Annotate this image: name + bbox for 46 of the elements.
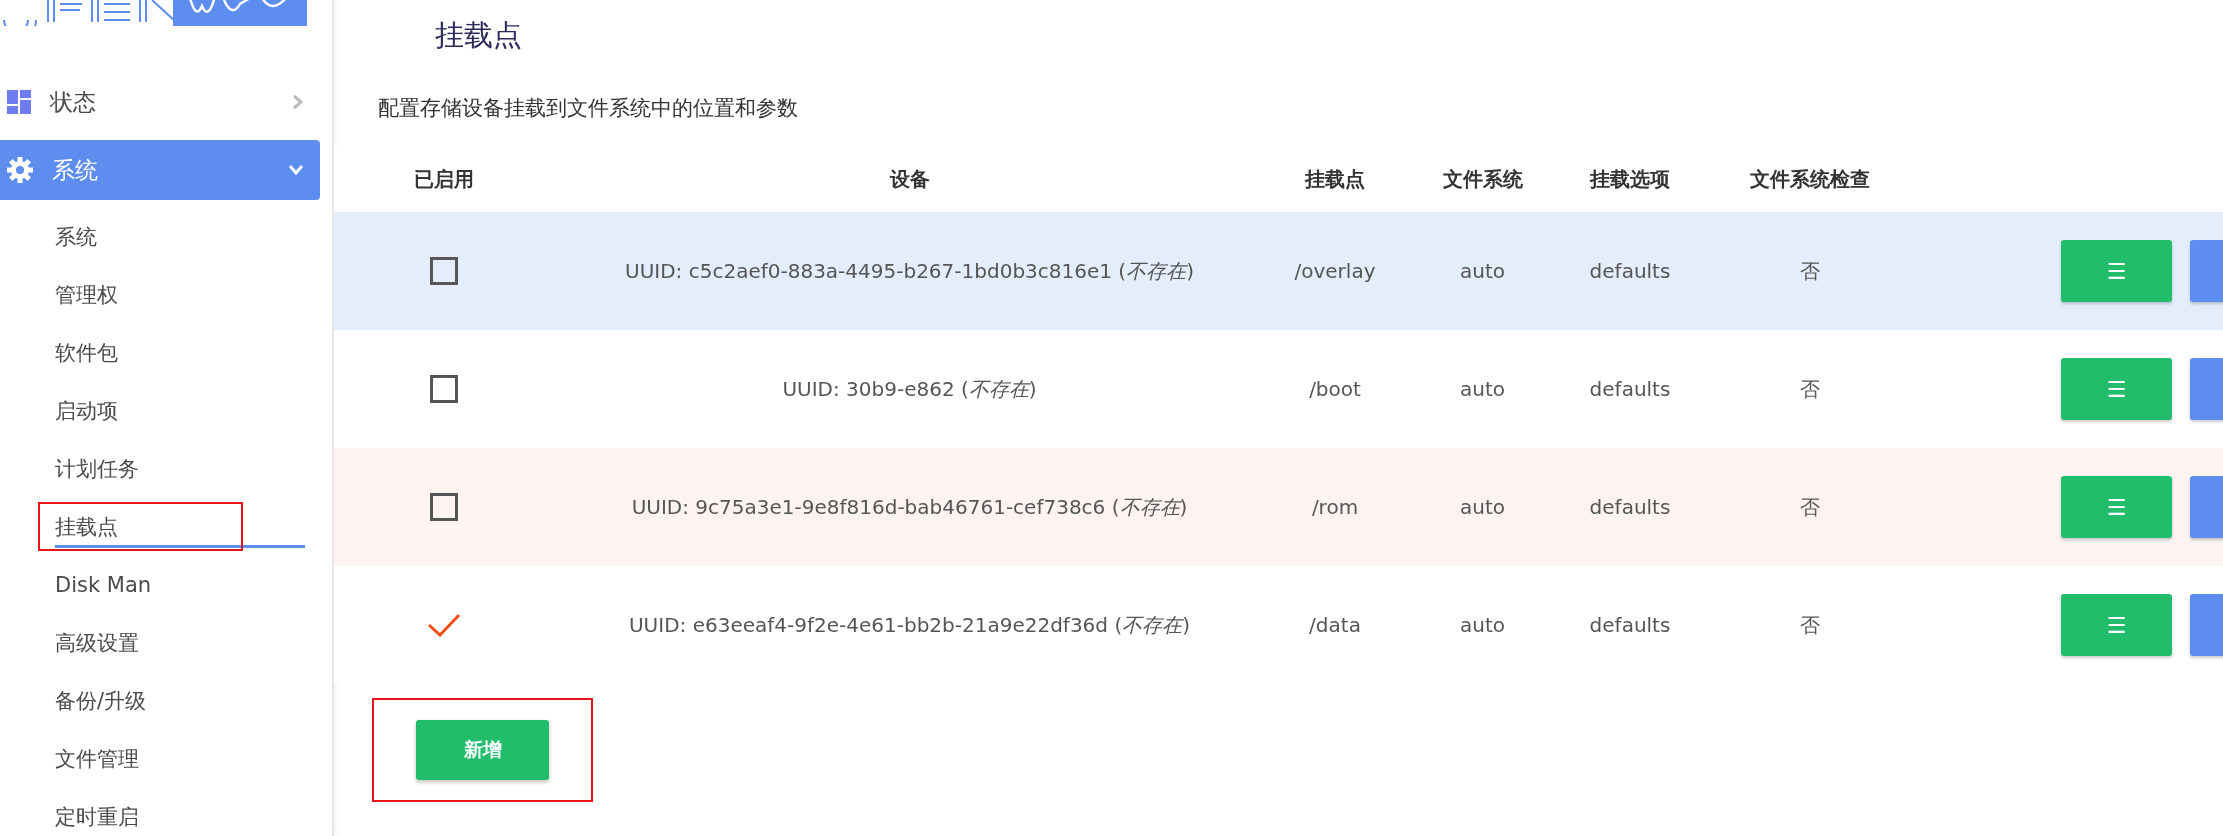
mount-point-text: /rom [1311, 495, 1359, 519]
device-text: UUID: e63eeaf4-9f2e-4e61-bb2b-21a9e22df36d (不存在) [628, 611, 1190, 639]
menu-item[interactable]: 计划任务 [55, 448, 305, 490]
column-header: 设备 [889, 165, 930, 193]
menu-item[interactable]: 定时重启 [55, 796, 305, 836]
options-text: defaults [1589, 377, 1671, 401]
options-text: defaults [1589, 613, 1671, 637]
filesystem-text: auto [1460, 613, 1505, 637]
mount-point-text: /boot [1309, 377, 1361, 401]
checkbox[interactable] [430, 375, 458, 403]
page-description: 配置存储设备挂载到文件系统中的位置和参数 [378, 95, 799, 122]
page-title: 挂载点 [435, 17, 523, 54]
device-text: UUID: c5c2aef0-883a-4495-b267-1bd0b3c816e1 (不存在) [625, 257, 1194, 285]
menu-item[interactable]: 启动项 [55, 390, 305, 432]
menu-item[interactable]: 挂载点 [55, 506, 305, 548]
column-header: 挂载点 [1305, 165, 1365, 193]
fsck-text: 否 [1800, 375, 1820, 403]
menu-item[interactable]: Disk Man [55, 564, 305, 606]
column-header: 挂载选项 [1590, 165, 1670, 193]
menu-item[interactable]: 文件管理 [55, 738, 305, 780]
gear-icon [6, 156, 34, 184]
column-header: 文件系统检查 [1750, 165, 1870, 193]
dashboard-icon [6, 89, 32, 115]
fsck-text: 否 [1800, 493, 1820, 521]
menu-group[interactable]: 状态 [0, 72, 320, 132]
menu-item[interactable]: 备份/升级 [55, 680, 305, 722]
fsck-text: 否 [1800, 257, 1820, 285]
checkbox[interactable] [430, 493, 458, 521]
menu-item[interactable]: 系统 [55, 216, 305, 258]
column-header: 文件系统 [1442, 165, 1523, 193]
device-text: UUID: 30b9-e862 (不存在) [782, 375, 1037, 403]
device-text: UUID: 9c75a3e1-9e8f816d-bab46761-cef738c6 (不存在) [631, 493, 1188, 521]
filesystem-text: auto [1460, 495, 1505, 519]
fsck-text: 否 [1800, 611, 1820, 639]
mount-point-text: /data [1309, 613, 1361, 637]
menu-item[interactable]: 管理权 [55, 274, 305, 316]
menu-item[interactable]: 高级设置 [55, 622, 305, 664]
column-header: 已启用 [414, 165, 474, 193]
options-text: defaults [1589, 259, 1671, 283]
mount-point-text: /overlay [1294, 259, 1376, 283]
checkmark-icon[interactable] [427, 613, 461, 637]
filesystem-text: auto [1460, 259, 1505, 283]
filesystem-text: auto [1460, 377, 1505, 401]
options-text: defaults [1589, 495, 1671, 519]
checkbox[interactable] [430, 257, 458, 285]
menu-item[interactable]: 软件包 [55, 332, 305, 374]
